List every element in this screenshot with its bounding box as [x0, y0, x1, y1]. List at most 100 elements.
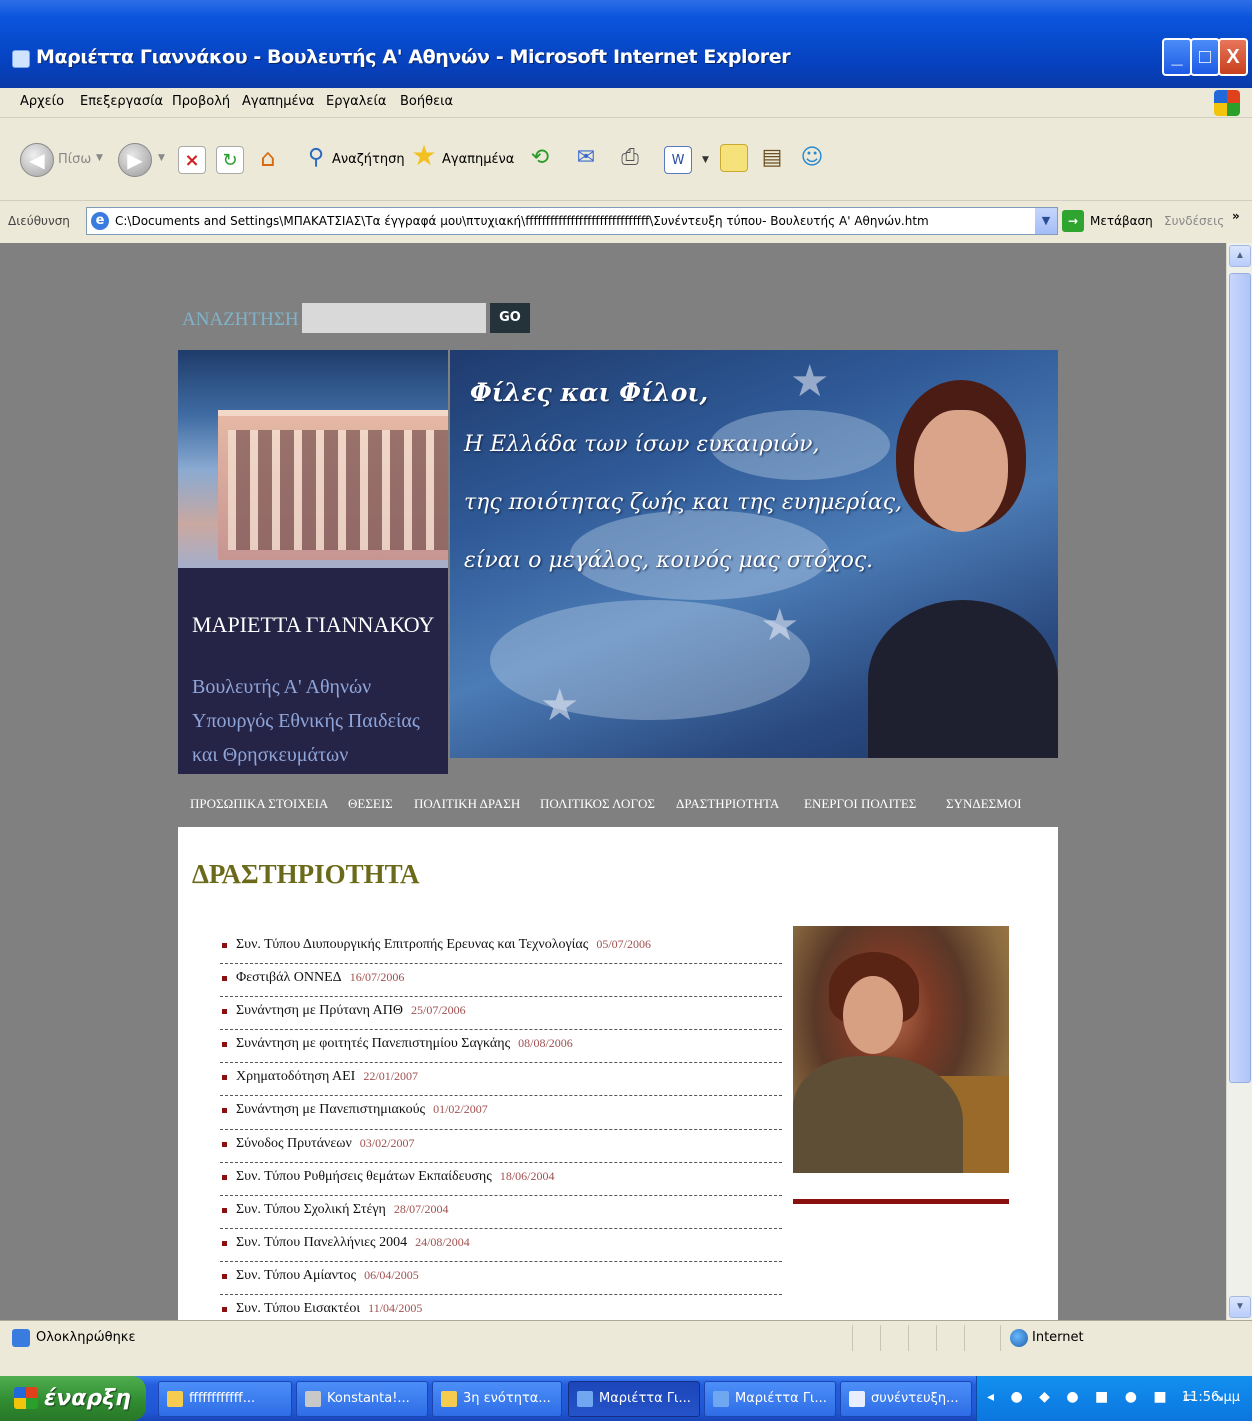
taskbar-item-konstanta[interactable]: Konstanta!... — [296, 1381, 428, 1417]
address-input[interactable]: e C:\Documents and Settings\ΜΠΑΚΑΤΣΙΑΣ\Τ… — [86, 207, 1058, 235]
taskbar-item-folder-2[interactable]: 3η ενότητα... — [432, 1381, 562, 1417]
activity-link[interactable]: Συν. Τύπου Σχολική Στέγη 28/07/2004 — [236, 1202, 449, 1218]
photo-divider — [793, 1199, 1009, 1204]
scroll-down-icon[interactable]: ▼ — [1229, 1296, 1251, 1318]
back-label[interactable]: Πίσω — [58, 152, 91, 167]
word-icon[interactable]: W — [664, 146, 692, 174]
address-dropdown-icon[interactable]: ▼ — [1035, 208, 1057, 234]
back-icon[interactable]: ◀ — [20, 143, 54, 177]
nav-item-political-speech[interactable]: ΠΟΛΙΤΙΚΟΣ ΛΟΓΟΣ — [540, 796, 655, 812]
bullet-icon — [222, 1108, 227, 1114]
search-icon[interactable]: ⚲ — [302, 144, 330, 172]
nav-item-personal[interactable]: ΠΡΟΣΩΠΙΚΑ ΣΤΟΙΧΕΙΑ — [190, 796, 328, 812]
list-item[interactable]: Συνάντηση με Πρύτανη ΑΠΘ 25/07/2006 — [220, 997, 782, 1031]
forward-icon[interactable]: ▶ — [118, 143, 152, 177]
menu-help[interactable]: Βοήθεια — [400, 94, 453, 109]
system-tray: ◂ ● ◆ ● ■ ● ■ ▭ ↘ 11:56 μμ — [976, 1376, 1252, 1421]
vertical-scrollbar[interactable]: ▲ ▼ — [1226, 243, 1252, 1320]
clock[interactable]: 11:56 μμ — [1182, 1390, 1240, 1405]
menu-file[interactable]: Αρχείο — [20, 94, 64, 109]
nav-item-positions[interactable]: ΘΕΣΕΙΣ — [348, 796, 393, 812]
refresh-icon[interactable]: ↻ — [216, 146, 244, 174]
history-icon[interactable]: ⟲ — [526, 144, 554, 172]
folder-icon — [167, 1391, 183, 1407]
site-search-go-button[interactable]: GO — [490, 303, 530, 333]
app-icon — [305, 1391, 321, 1407]
header-banner: ★ ★ ★ Φίλες και Φίλοι, Η Ελλάδα των ίσων… — [450, 350, 1058, 758]
messenger-icon[interactable]: ☺ — [798, 144, 826, 172]
site-search-input[interactable] — [302, 303, 486, 333]
mail-icon[interactable]: ✉ — [572, 144, 600, 172]
list-item[interactable]: Συν. Τύπου Διυπουργικής Επιτροπής Ερευνα… — [220, 931, 782, 965]
eu-star-icon: ★ — [540, 681, 580, 730]
activity-link[interactable]: Χρηματοδότηση ΑΕΙ 22/01/2007 — [236, 1069, 418, 1085]
list-item[interactable]: Χρηματοδότηση ΑΕΙ 22/01/2007 — [220, 1063, 782, 1097]
taskbar-item-ie[interactable]: Μαριέττα Γι... — [704, 1381, 836, 1417]
nav-item-links[interactable]: ΣΥΝΔΕΣΜΟΙ — [946, 796, 1022, 812]
maximize-button[interactable]: □ — [1190, 38, 1220, 76]
nav-item-political-action[interactable]: ΠΟΛΙΤΙΚΗ ΔΡΑΣΗ — [414, 796, 520, 812]
security-zone[interactable]: Internet — [1032, 1330, 1084, 1345]
links-button[interactable]: Συνδέσεις — [1164, 214, 1224, 228]
home-icon[interactable]: ⌂ — [254, 144, 282, 172]
activity-link[interactable]: Συν. Τύπου Διυπουργικής Επιτροπής Ερευνα… — [236, 937, 651, 953]
search-label[interactable]: Αναζήτηση — [332, 152, 405, 167]
favorites-star-icon[interactable]: ★ — [410, 142, 438, 170]
title-bar[interactable]: Μαριέττα Γιαννάκου - Βουλευτής Α' Αθηνών… — [0, 0, 1252, 88]
favorites-label[interactable]: Αγαπημένα — [442, 152, 514, 167]
go-button[interactable]: Μετάβαση — [1090, 214, 1153, 228]
section-title: ΔΡΑΣΤΗΡΙΟΤΗΤΑ — [192, 859, 420, 889]
menu-view[interactable]: Προβολή — [172, 94, 230, 109]
go-arrow-icon[interactable]: → — [1062, 210, 1084, 232]
close-button[interactable]: X — [1218, 38, 1248, 76]
minimize-button[interactable]: _ — [1162, 38, 1192, 76]
banner-quote-line-2: Η Ελλάδα των ίσων ευκαιριών, — [464, 432, 820, 457]
name-box: ΜΑΡΙΕΤΤΑ ΓΙΑΝΝΑΚΟΥ Βουλευτής Α' Αθηνών Υ… — [178, 568, 448, 774]
research-icon[interactable]: ▤ — [758, 144, 786, 172]
start-button[interactable]: έναρξη — [0, 1376, 146, 1421]
nav-item-active-citizens[interactable]: ΕΝΕΡΓΟΙ ΠΟΛΙΤΕΣ — [804, 796, 916, 812]
activity-link[interactable]: Συνάντηση με φοιτητές Πανεπιστημίου Σαγκ… — [236, 1036, 573, 1052]
scroll-up-icon[interactable]: ▲ — [1229, 245, 1251, 267]
activity-link[interactable]: Συν. Τύπου Εισακτέοι 11/04/2005 — [236, 1301, 422, 1317]
list-item[interactable]: Συν. Τύπου Αμίαντος 06/04/2005 — [220, 1262, 782, 1296]
taskbar-item-word[interactable]: συνέντευξη... — [840, 1381, 972, 1417]
list-item[interactable]: Συνάντηση με φοιτητές Πανεπιστημίου Σαγκ… — [220, 1030, 782, 1064]
bullet-icon — [222, 1174, 227, 1180]
back-dropdown-icon[interactable]: ▼ — [96, 153, 103, 163]
edit-dropdown-icon[interactable]: ▼ — [702, 155, 709, 165]
menu-tools[interactable]: Εργαλεία — [326, 94, 386, 109]
ie-window-icon[interactable] — [12, 50, 30, 68]
eu-star-icon: ★ — [760, 601, 800, 650]
list-item[interactable]: Συν. Τύπου Ρυθμήσεις θεμάτων Εκπαίδευσης… — [220, 1163, 782, 1196]
list-item[interactable]: Σύνοδος Πρυτάνεων 03/02/2007 — [220, 1130, 782, 1163]
stop-icon[interactable]: × — [178, 146, 206, 174]
nav-item-activity[interactable]: ΔΡΑΣΤΗΡΙΟΤΗΤΑ — [676, 796, 779, 812]
address-url[interactable]: C:\Documents and Settings\ΜΠΑΚΑΤΣΙΑΣ\Τα … — [115, 214, 1015, 228]
list-item[interactable]: Συν. Τύπου Πανελλήνιες 2004 24/08/2004 — [220, 1229, 782, 1262]
links-more-icon[interactable]: » — [1232, 209, 1240, 223]
forward-dropdown-icon[interactable]: ▼ — [158, 153, 165, 163]
list-item[interactable]: Συν. Τύπου Σχολική Στέγη 28/07/2004 — [220, 1196, 782, 1229]
activity-link[interactable]: Συν. Τύπου Πανελλήνιες 2004 24/08/2004 — [236, 1235, 470, 1251]
list-item[interactable]: Φεστιβάλ ΟΝΝΕΔ 16/07/2006 — [220, 964, 782, 998]
activity-link[interactable]: Συν. Τύπου Αμίαντος 06/04/2005 — [236, 1268, 419, 1284]
parliament-speech-photo — [793, 926, 1009, 1173]
start-label: έναρξη — [44, 1386, 131, 1411]
activity-link[interactable]: Συν. Τύπου Ρυθμήσεις θεμάτων Εκπαίδευσης… — [236, 1169, 554, 1185]
menu-edit[interactable]: Επεξεργασία — [80, 94, 163, 109]
note-icon[interactable] — [720, 144, 748, 172]
list-item[interactable]: Συνάντηση με Πανεπιστημιακούς 01/02/2007 — [220, 1096, 782, 1130]
activity-link[interactable]: Σύνοδος Πρυτάνεων 03/02/2007 — [236, 1136, 414, 1152]
taskbar-item-folder[interactable]: ffffffffffff... — [158, 1381, 292, 1417]
activity-link[interactable]: Συνάντηση με Πρύτανη ΑΠΘ 25/07/2006 — [236, 1003, 466, 1019]
menu-favorites[interactable]: Αγαπημένα — [242, 94, 314, 109]
list-item[interactable]: Συν. Τύπου Εισακτέοι 11/04/2005 — [220, 1295, 782, 1320]
site-search-label: ΑΝΑΖΗΤΗΣΗ — [182, 309, 299, 330]
activity-link[interactable]: Συνάντηση με Πανεπιστημιακούς 01/02/2007 — [236, 1102, 488, 1118]
activity-link[interactable]: Φεστιβάλ ΟΝΝΕΔ 16/07/2006 — [236, 970, 404, 986]
print-icon[interactable]: ⎙ — [616, 144, 644, 172]
scroll-thumb[interactable] — [1229, 273, 1251, 1083]
eu-star-icon: ★ — [790, 357, 830, 406]
taskbar-item-ie-active[interactable]: Μαριέττα Γι... — [568, 1381, 700, 1417]
